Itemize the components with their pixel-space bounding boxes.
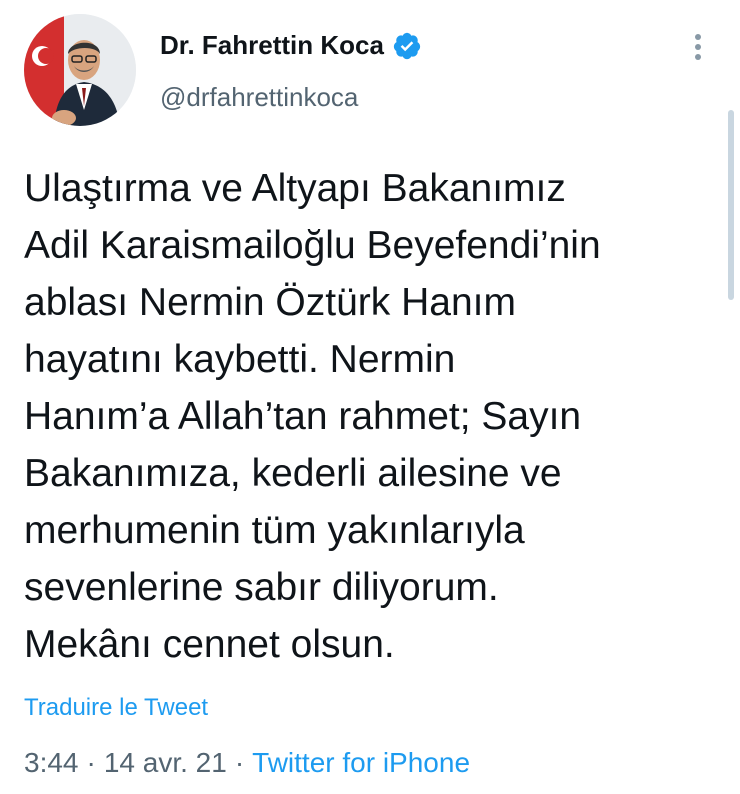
tweet-meta: 3:44 · 14 avr. 21 · Twitter for iPhone [24, 747, 470, 779]
more-vertical-icon[interactable] [686, 32, 710, 62]
author-name[interactable]: Dr. Fahrettin Koca [160, 30, 384, 61]
tweet-date[interactable]: 14 avr. 21 [104, 747, 227, 779]
scrollbar[interactable] [728, 110, 734, 300]
avatar[interactable] [24, 14, 136, 126]
translate-tweet-link[interactable]: Traduire le Tweet [24, 694, 208, 722]
tweet-source-link[interactable]: Twitter for iPhone [252, 747, 470, 779]
author-handle[interactable]: @drfahrettinkoca [160, 82, 358, 113]
meta-separator: · [234, 747, 245, 778]
verified-badge-icon [392, 31, 422, 61]
author-row[interactable]: Dr. Fahrettin Koca [160, 30, 422, 61]
avatar-photo [24, 14, 136, 126]
meta-separator: · [86, 747, 96, 778]
tweet-text: Ulaştırma ve Altyapı Bakanımız Adil Kara… [24, 167, 601, 666]
tweet-time[interactable]: 3:44 [24, 747, 79, 779]
